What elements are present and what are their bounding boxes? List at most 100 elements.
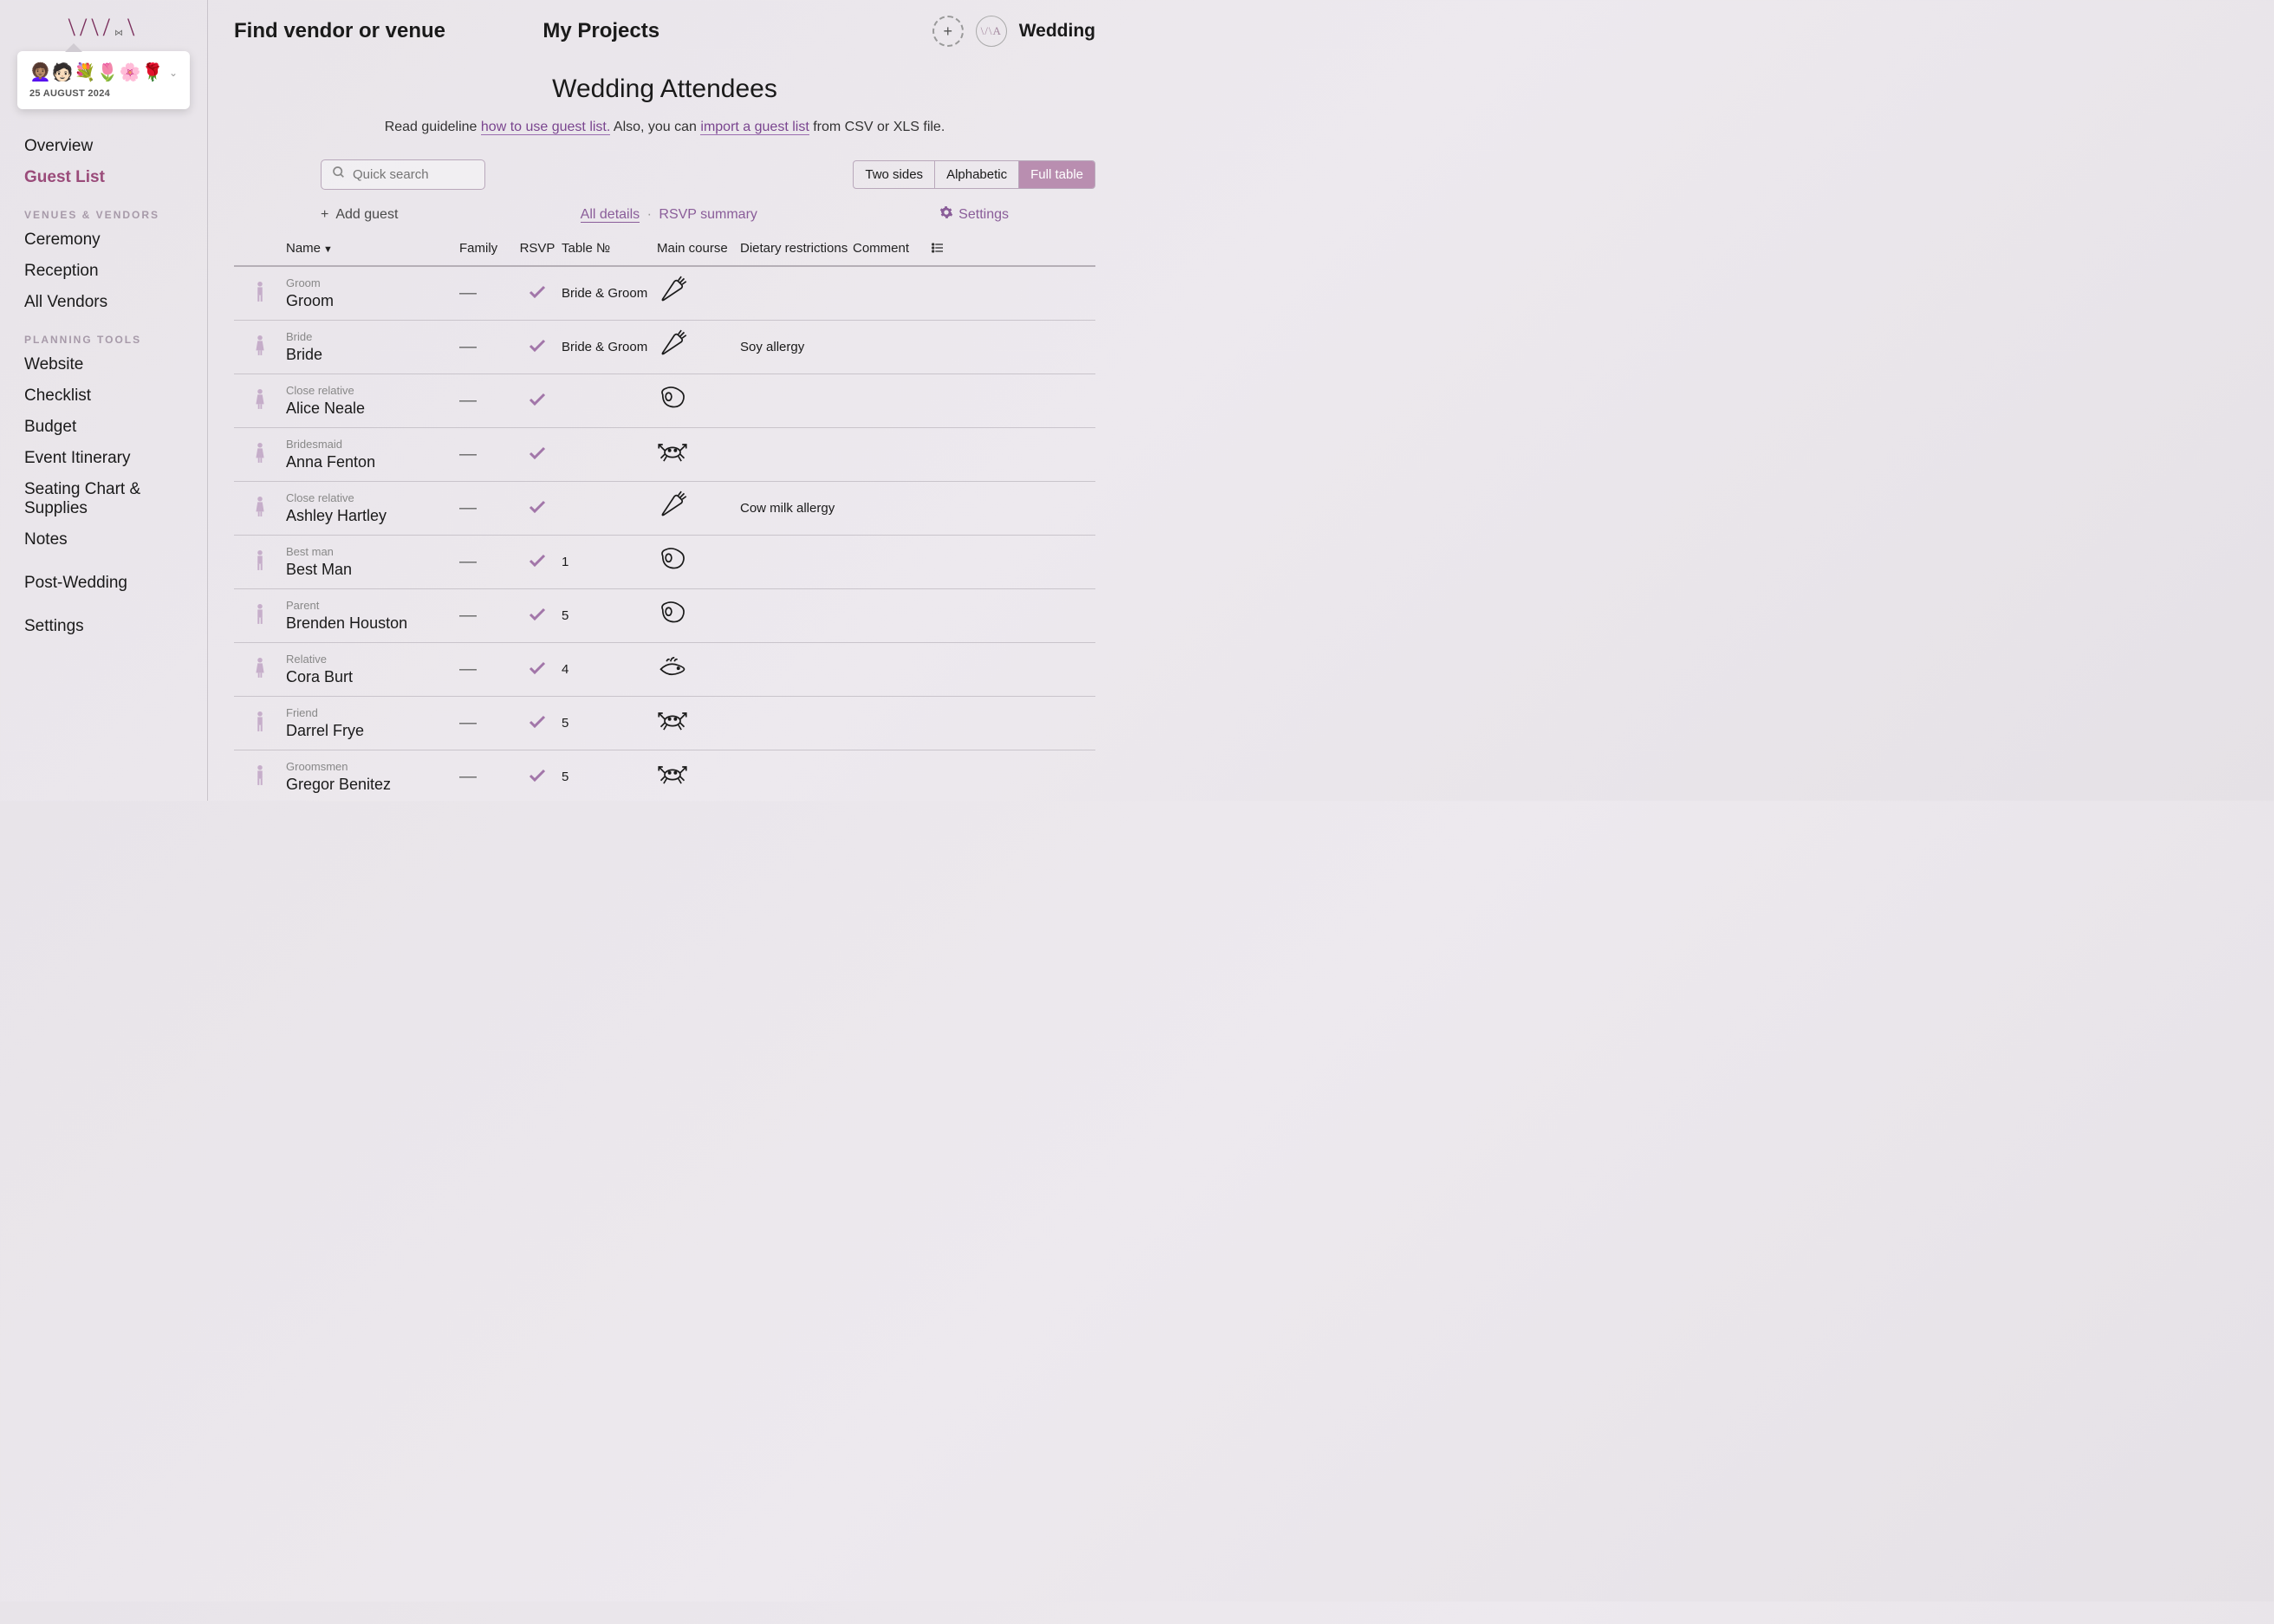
search-box[interactable]	[321, 159, 485, 190]
nav-checklist[interactable]: Checklist	[24, 380, 183, 412]
guest-row[interactable]: GroomsmenGregor Benitez—5	[234, 750, 1095, 801]
view-full-table[interactable]: Full table	[1019, 161, 1095, 188]
view-segmented: Two sides Alphabetic Full table	[853, 160, 1095, 189]
guide-prefix: Read guideline	[385, 120, 481, 134]
col-rsvp[interactable]: RSVP	[513, 241, 562, 258]
nav-post-wedding[interactable]: Post-Wedding	[24, 568, 183, 599]
guest-rsvp	[513, 496, 562, 521]
app-logo[interactable]: \/\/⋈\	[0, 13, 207, 42]
guest-row[interactable]: RelativeCora Burt—4	[234, 643, 1095, 697]
guest-name: Ashley Hartley	[286, 507, 459, 525]
guest-name-cell: FriendDarrel Frye	[286, 706, 459, 740]
nav-notes[interactable]: Notes	[24, 524, 183, 555]
table-settings-button[interactable]: Settings	[939, 205, 1009, 224]
column-settings-icon[interactable]	[931, 241, 957, 258]
guest-name: Alice Neale	[286, 400, 459, 418]
nav-ceremony[interactable]: Ceremony	[24, 224, 183, 256]
col-dietary[interactable]: Dietary restrictions	[740, 241, 853, 258]
add-project-button[interactable]: +	[932, 16, 964, 47]
guest-role: Bridesmaid	[286, 438, 459, 451]
guest-name-cell: RelativeCora Burt	[286, 653, 459, 686]
project-card[interactable]: 👩🏽‍🦱🧑🏻💐🌷🌸🌹 ⌄ 25 AUGUST 2024	[17, 51, 190, 109]
topbar: Find vendor or venue My Projects + \/\A …	[234, 0, 1095, 47]
guest-row[interactable]: Close relativeAlice Neale—	[234, 374, 1095, 428]
guest-role: Close relative	[286, 491, 459, 504]
check-icon	[527, 603, 548, 624]
check-icon	[527, 335, 548, 355]
add-guest-button[interactable]: + Add guest	[321, 207, 398, 223]
my-projects-link[interactable]: My Projects	[543, 19, 659, 43]
guest-rsvp	[513, 657, 562, 682]
project-avatar[interactable]: \/\A	[976, 16, 1007, 47]
guest-avatar	[234, 757, 286, 796]
guest-avatar	[234, 489, 286, 528]
project-date: 25 AUGUST 2024	[29, 88, 178, 99]
nav-itinerary[interactable]: Event Itinerary	[24, 443, 183, 474]
guest-avatar	[234, 542, 286, 581]
guest-row[interactable]: FriendDarrel Frye— 5	[234, 697, 1095, 750]
guest-rsvp	[513, 603, 562, 628]
find-vendor-link[interactable]: Find vendor or venue	[234, 19, 445, 43]
guest-name-cell: Best manBest Man	[286, 545, 459, 579]
guest-family: —	[459, 767, 513, 787]
nav-budget[interactable]: Budget	[24, 412, 183, 443]
col-comment[interactable]: Comment	[853, 241, 931, 258]
nav-overview[interactable]: Overview	[24, 131, 183, 162]
table-header: Name▼ Family RSVP Table № Main course Di…	[234, 234, 1095, 267]
search-input[interactable]	[353, 167, 474, 182]
guest-table: 5	[562, 770, 657, 784]
col-name[interactable]: Name▼	[286, 241, 459, 258]
guest-table: 5	[562, 608, 657, 623]
col-family[interactable]: Family	[459, 241, 513, 258]
guest-diet: Cow milk allergy	[740, 501, 853, 516]
crab-icon	[657, 437, 688, 468]
nav-website[interactable]: Website	[24, 349, 183, 380]
page-title: Wedding Attendees	[234, 75, 1095, 104]
guest-role: Groom	[286, 276, 459, 289]
col-main-course[interactable]: Main course	[657, 241, 740, 258]
guest-role: Parent	[286, 599, 459, 612]
guest-meal	[657, 705, 740, 741]
guest-avatar	[234, 650, 286, 689]
nav-section-planning: PLANNING TOOLS	[24, 318, 183, 349]
guest-meal	[657, 598, 740, 633]
guest-role: Bride	[286, 330, 459, 343]
nav-settings[interactable]: Settings	[24, 611, 183, 642]
sort-arrow-icon: ▼	[323, 244, 333, 255]
col-table[interactable]: Table №	[562, 241, 657, 258]
how-to-link[interactable]: how to use guest list.	[481, 120, 610, 135]
import-link[interactable]: import a guest list	[700, 120, 809, 135]
guest-avatar	[234, 596, 286, 635]
rsvp-summary-link[interactable]: RSVP summary	[659, 207, 757, 222]
guest-table: 5	[562, 716, 657, 731]
view-alphabetic[interactable]: Alphabetic	[935, 161, 1019, 188]
guest-row[interactable]: GroomGroom—Bride & Groom	[234, 267, 1095, 321]
guest-row[interactable]: Close relativeAshley Hartley—Cow milk al…	[234, 482, 1095, 536]
guest-family: —	[459, 713, 513, 733]
guest-role: Best man	[286, 545, 459, 558]
steak-icon	[657, 544, 688, 575]
guest-table: 1	[562, 555, 657, 569]
guest-row[interactable]: ParentBrenden Houston—5	[234, 589, 1095, 643]
guest-role: Friend	[286, 706, 459, 719]
guest-row[interactable]: Best manBest Man—1	[234, 536, 1095, 589]
nav-all-vendors[interactable]: All Vendors	[24, 287, 183, 318]
guest-row[interactable]: BridesmaidAnna Fenton—	[234, 428, 1095, 482]
guest-family: —	[459, 445, 513, 464]
project-name[interactable]: Wedding	[1019, 21, 1095, 42]
nav-section-venues: VENUES & VENDORS	[24, 193, 183, 224]
plus-icon: +	[321, 207, 328, 223]
view-two-sides[interactable]: Two sides	[854, 161, 935, 188]
nav-seating[interactable]: Seating Chart & Supplies	[24, 474, 183, 524]
guest-name-cell: BrideBride	[286, 330, 459, 364]
guest-row[interactable]: BrideBride—Bride & GroomSoy allergy	[234, 321, 1095, 374]
all-details-link[interactable]: All details	[581, 207, 640, 223]
nav-reception[interactable]: Reception	[24, 256, 183, 287]
chevron-down-icon[interactable]: ⌄	[169, 67, 178, 79]
check-icon	[527, 764, 548, 785]
guest-role: Close relative	[286, 384, 459, 397]
search-icon	[332, 166, 346, 184]
guest-role: Relative	[286, 653, 459, 666]
steak-icon	[657, 383, 688, 414]
nav-guest-list[interactable]: Guest List	[24, 162, 183, 193]
